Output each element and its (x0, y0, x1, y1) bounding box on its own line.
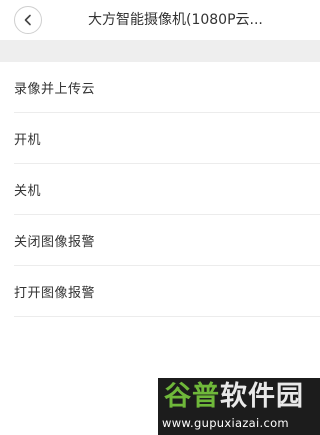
menu-item-label: 关闭图像报警 (14, 235, 96, 250)
screen: 大方智能摄像机(1080P云... 录像并上传云 开机 关机 关闭图像报警 打开… (0, 0, 320, 435)
action-list: 录像并上传云 开机 关机 关闭图像报警 打开图像报警 (0, 62, 320, 317)
watermark: 谷普软件园 www.gupuxiazai.com (158, 378, 320, 435)
menu-item-label: 开机 (14, 133, 42, 148)
watermark-brand: 谷普软件园 (164, 380, 304, 414)
watermark-brand-part1: 谷普 (164, 381, 220, 412)
menu-item-power-off[interactable]: 关机 (0, 164, 320, 215)
header: 大方智能摄像机(1080P云... (0, 0, 320, 40)
menu-item-label: 录像并上传云 (14, 82, 96, 97)
menu-item-enable-image-alarm[interactable]: 打开图像报警 (0, 266, 320, 317)
menu-item-power-on[interactable]: 开机 (0, 113, 320, 164)
section-divider (0, 40, 320, 62)
back-button[interactable] (14, 6, 42, 34)
watermark-brand-part2: 软件园 (220, 381, 304, 412)
menu-item-disable-image-alarm[interactable]: 关闭图像报警 (0, 215, 320, 266)
menu-item-label: 打开图像报警 (14, 286, 96, 301)
chevron-left-icon (24, 14, 31, 26)
menu-item-record-upload[interactable]: 录像并上传云 (0, 62, 320, 113)
page-title: 大方智能摄像机(1080P云... (88, 12, 263, 28)
watermark-url: www.gupuxiazai.com (162, 416, 289, 430)
menu-item-label: 关机 (14, 184, 42, 199)
